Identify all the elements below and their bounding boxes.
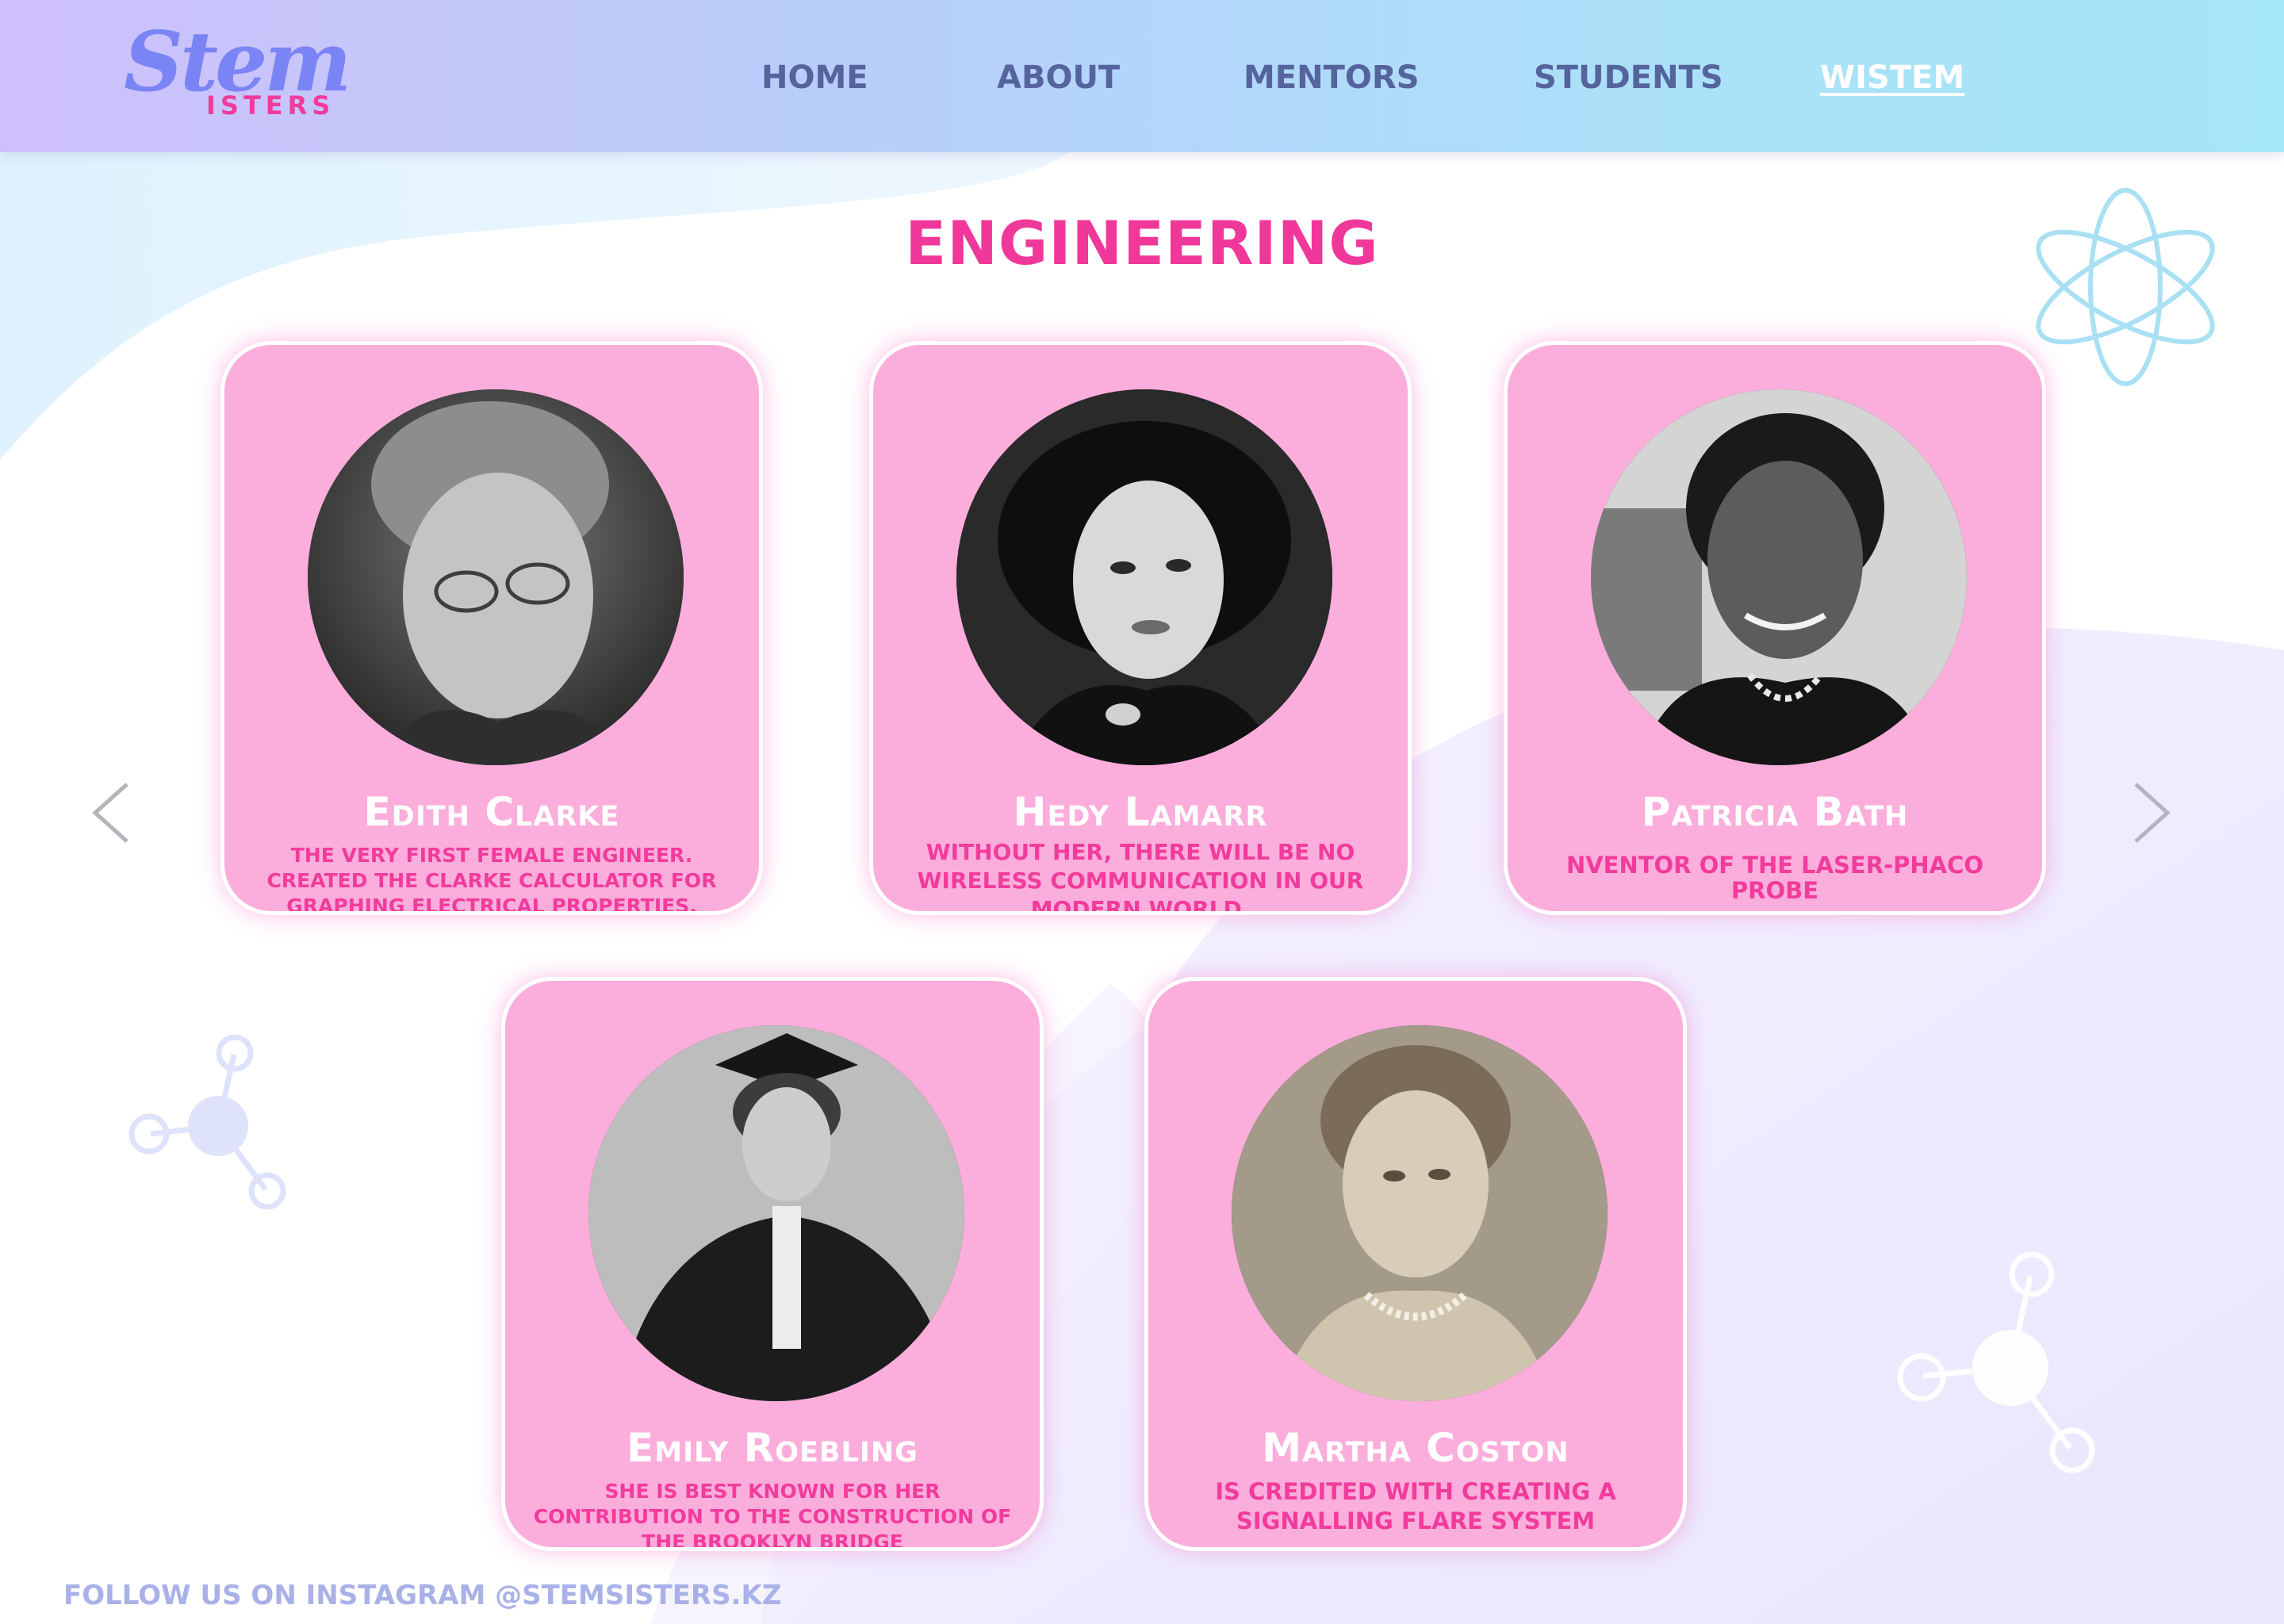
chevron-left-icon[interactable] xyxy=(89,781,133,845)
scientist-name: Patricia Bath xyxy=(1641,789,1909,835)
scientist-name: Martha Coston xyxy=(1262,1425,1569,1471)
logo-sub-text: ISTERS xyxy=(206,90,335,121)
top-navigation-bar: Stem ISTERS HOME ABOUT MENTORS STUDENTS … xyxy=(0,0,2284,152)
scientist-description: She is best known for her contribution t… xyxy=(533,1480,1012,1551)
nav-about[interactable]: ABOUT xyxy=(997,56,1120,100)
scientist-name: Emily Roebling xyxy=(627,1425,918,1471)
portrait-photo xyxy=(308,389,684,765)
nav-home[interactable]: HOME xyxy=(761,56,868,100)
stemsisters-logo[interactable]: Stem ISTERS xyxy=(124,13,377,136)
portrait-photo xyxy=(588,1025,964,1401)
nav-mentors[interactable]: MENTORS xyxy=(1244,56,1420,100)
molecule-icon xyxy=(128,1034,286,1210)
chevron-right-icon[interactable] xyxy=(2129,781,2174,845)
portrait-photo xyxy=(956,389,1332,765)
scientist-name: Edith Clarke xyxy=(363,789,620,835)
scientist-description: is credited with creating a signalling f… xyxy=(1215,1478,1616,1534)
portrait-photo xyxy=(1591,389,1967,765)
scientist-description: nventor of the laser-phaco probe xyxy=(1565,852,1984,904)
nav-wistem[interactable]: WISTEM xyxy=(1820,56,1964,100)
scientist-card[interactable]: Emily Roebling She is best known for her… xyxy=(501,977,1044,1551)
scientist-card[interactable]: Hedy Lamarr Without her, there will be n… xyxy=(869,341,1412,915)
scientist-card[interactable]: Martha Coston is credited with creating … xyxy=(1144,977,1687,1551)
scientist-card[interactable]: Patricia Bath nventor of the laser-phaco… xyxy=(1504,341,2046,915)
scientist-card[interactable]: Edith Clarke The very first female engin… xyxy=(220,341,763,915)
scientist-description: The very first female engineer. Created … xyxy=(266,844,717,915)
scientist-description: Without her, there will be no wireless c… xyxy=(917,839,1364,915)
nav-students[interactable]: STUDENTS xyxy=(1534,56,1723,100)
portrait-photo xyxy=(1232,1025,1608,1401)
instagram-follow-text[interactable]: FOLLOW US ON INSTAGRAM @STEMSISTERS.KZ xyxy=(63,1580,782,1611)
page-title: ENGINEERING xyxy=(905,208,1379,278)
scientist-name: Hedy Lamarr xyxy=(1013,789,1268,835)
